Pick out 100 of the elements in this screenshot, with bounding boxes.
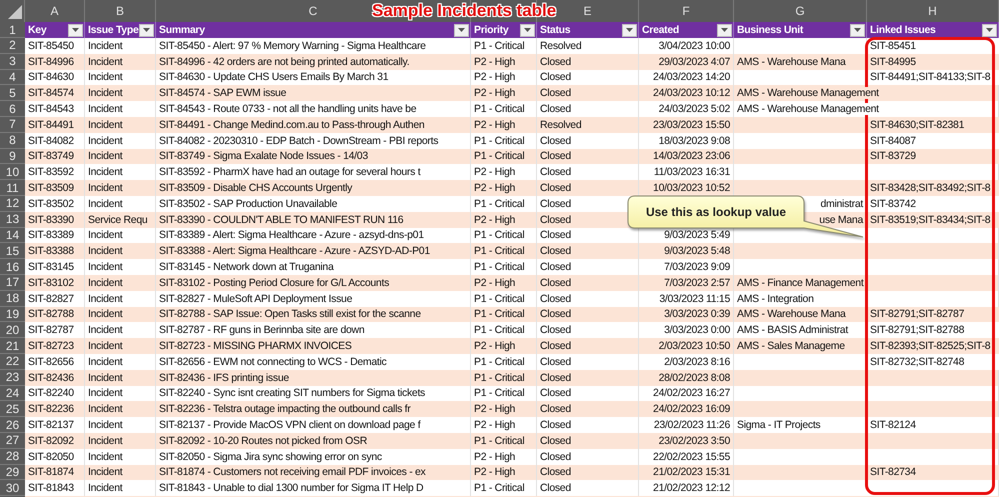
table-cell: P2 - High <box>474 340 516 352</box>
table-cell: SIT-81874 <box>28 466 74 478</box>
table-cell: 23/02/2023 3:50 <box>658 434 730 447</box>
column-letter[interactable]: B <box>116 4 124 18</box>
caret-icon <box>721 28 728 32</box>
table-cell: SIT-84995 <box>870 56 916 68</box>
table-cell: Incident <box>88 387 122 400</box>
table-cell: 3/03/2023 0:39 <box>664 308 730 320</box>
table-cell: 3/03/2023 0:00 <box>664 324 730 336</box>
table-cell: Closed <box>540 229 571 242</box>
filter-button[interactable] <box>982 24 997 36</box>
filter-button[interactable] <box>68 24 83 36</box>
column-letter[interactable]: F <box>682 4 690 18</box>
table-cell: SIT-82732;SIT-82748 <box>870 356 964 368</box>
table-cell: Incident <box>88 356 122 368</box>
table-cell: Closed <box>540 466 571 478</box>
filter-button[interactable] <box>717 24 732 36</box>
table-cell: SIT-82092 <box>28 434 74 447</box>
table-cell: SIT-84630 <box>28 71 74 84</box>
column-letter[interactable]: H <box>928 4 937 18</box>
table-cell: AMS - Warehouse Management <box>737 103 881 116</box>
table-cell: Incident <box>88 308 122 320</box>
table-cell: SIT-82137 - Provide MacOS VPN client on download page f <box>159 419 420 432</box>
table-cell: SIT-83389 <box>28 229 74 242</box>
table-cell: SIT-83749 - Sigma Exalate Node Issues - 14/03 <box>159 150 368 162</box>
table-cell: SIT-82788 - SAP Issue: Open Tasks still exist for the scanne <box>159 308 421 320</box>
table-cell: 24/02/2023 16:09 <box>653 403 730 416</box>
table-cell: AMS - Integration <box>737 292 816 305</box>
table-cell: Closed <box>540 308 571 320</box>
table-cell: AMS - BASIS Administrat <box>737 324 848 336</box>
column-letter[interactable]: A <box>50 4 58 18</box>
table-cell: Closed <box>540 292 571 305</box>
table-cell: Closed <box>540 198 571 210</box>
table-cell: SIT-81874 - Customers not receiving email PDF invoices - ex <box>159 466 426 478</box>
table-cell: SIT-83145 <box>28 261 74 274</box>
table-cell: Incident <box>88 292 122 305</box>
table-cell: SIT-82656 - EWM not connecting to WCS - Dematic <box>159 356 386 368</box>
filter-button[interactable] <box>850 24 865 36</box>
table-cell: SIT-84087 <box>870 134 916 147</box>
filter-button[interactable] <box>520 24 535 36</box>
table-cell: Closed <box>540 276 571 289</box>
table-cell: Closed <box>540 419 571 432</box>
table-cell: Incident <box>88 182 122 194</box>
table-cell: Closed <box>540 134 571 147</box>
filter-button[interactable] <box>454 24 469 36</box>
column-letter[interactable]: E <box>583 4 592 18</box>
table-cell: Incident <box>88 482 122 494</box>
caret-icon <box>626 28 633 32</box>
table-cell: SIT-81843 - Unable to dial 1300 number for Sigma IT Help D <box>159 482 424 494</box>
table-cell: SIT-83428;SIT-83492;SIT-8 <box>870 182 990 194</box>
column-header: Linked Issues <box>870 24 936 36</box>
table-cell: SIT-82788 <box>28 308 74 320</box>
table-cell: 9/03/2023 5:48 <box>664 245 730 258</box>
caret-icon <box>72 28 79 32</box>
table-cell: P1 - Critical <box>474 372 524 384</box>
table-cell: 3/03/2023 11:15 <box>659 292 730 305</box>
table-cell: 21/02/2023 12:12 <box>653 482 730 494</box>
table-cell: use Mana <box>819 214 863 226</box>
table-cell: Incident <box>88 103 122 116</box>
table-cell: P2 - High <box>474 87 516 100</box>
table-cell: 7/03/2023 9:09 <box>664 261 730 274</box>
table-cell: P2 - High <box>474 276 516 289</box>
column-header: Summary <box>159 24 205 36</box>
filter-button[interactable] <box>139 24 154 36</box>
select-all-icon[interactable] <box>8 5 22 19</box>
table-cell: 9/03/2023 5:49 <box>664 229 730 242</box>
table-cell: SIT-82240 - Sync isnt creating SIT numbers for Sigma tickets <box>159 387 426 400</box>
table-cell: P2 - High <box>474 419 516 432</box>
table-cell: Closed <box>540 324 571 336</box>
filter-button[interactable] <box>622 24 637 36</box>
table-cell: Incident <box>88 324 122 336</box>
table-cell: SIT-83102 <box>28 276 74 289</box>
table-cell: Resolved <box>540 40 582 52</box>
table-cell: Incident <box>88 40 122 52</box>
table-cell: 24/03/2023 10:12 <box>653 87 730 100</box>
table-cell: P1 - Critical <box>474 229 524 242</box>
table-cell: SIT-82050 - Sigma Jira sync showing error on sync <box>159 450 382 463</box>
table-cell: Incident <box>88 118 122 131</box>
table-cell: SIT-82827 <box>28 292 74 305</box>
table-cell: Closed <box>540 56 571 68</box>
table-cell: SIT-82791;SIT-82787 <box>870 308 964 320</box>
column-letter[interactable]: C <box>308 4 318 18</box>
table-cell: Incident <box>88 450 122 463</box>
table-cell: Incident <box>88 150 122 162</box>
table-cell: SIT-84082 - 20230310 - EDP Batch - DownStream - PBI reports <box>159 134 438 147</box>
table-cell: P1 - Critical <box>474 198 524 210</box>
table-cell: SIT-83749 <box>28 150 74 162</box>
table-cell: 23/02/2023 11:26 <box>654 419 730 432</box>
table-cell: P1 - Critical <box>474 356 524 368</box>
table-cell: P1 - Critical <box>474 482 524 494</box>
table-cell: SIT-83742 <box>870 198 916 210</box>
table-cell: Closed <box>540 71 571 84</box>
table-cell: 29/03/2023 4:07 <box>658 56 730 68</box>
table-cell: Closed <box>540 182 571 194</box>
table-cell: 23/03/2023 15:50 <box>653 118 730 131</box>
table-cell: AMS - Sales Manageme <box>737 340 845 352</box>
column-header: Priority <box>474 24 508 36</box>
table-cell: P1 - Critical <box>474 150 524 162</box>
column-letter[interactable]: G <box>795 4 805 18</box>
table-cell: SIT-82240 <box>28 387 74 400</box>
